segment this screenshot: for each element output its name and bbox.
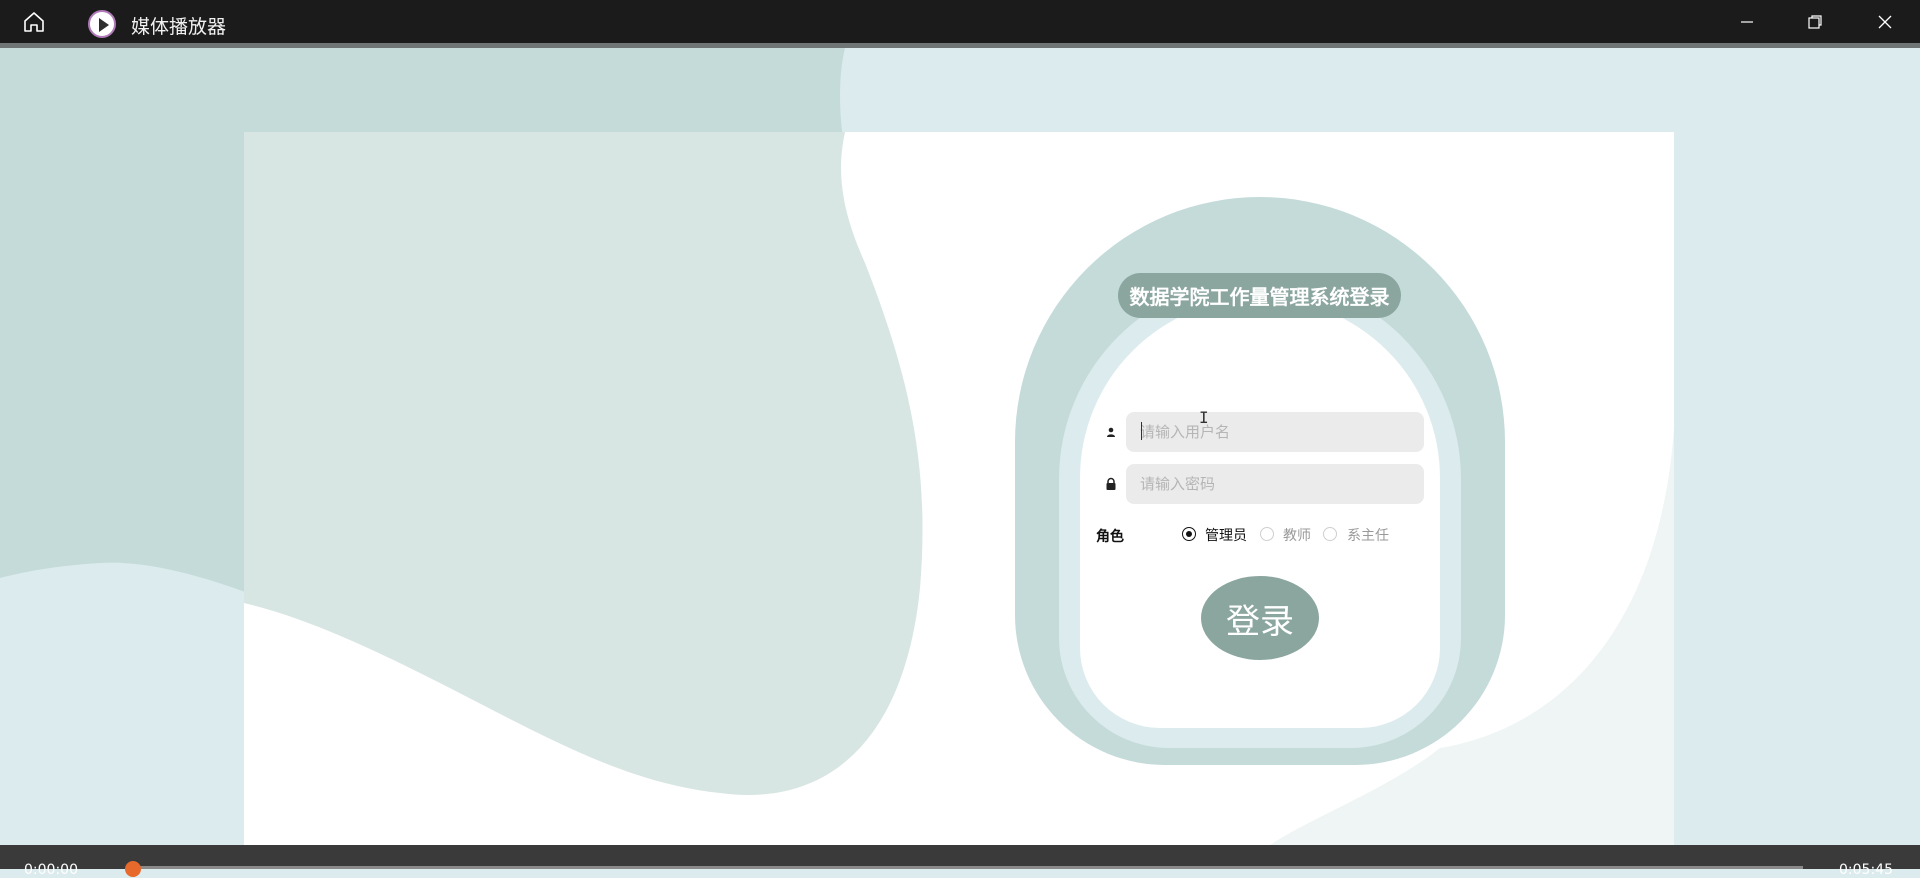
role-radio-head[interactable] [1323, 527, 1337, 541]
user-icon [1107, 427, 1115, 437]
role-radio-admin[interactable] [1182, 527, 1196, 541]
video-area[interactable]: 数据学院工作量管理系统登录 I 角色 管理员 教师 系主任 登录 [0, 48, 1920, 845]
minimize-icon [1741, 20, 1753, 23]
background-shapes [0, 48, 1920, 845]
minimize-button[interactable] [1717, 0, 1777, 43]
login-button[interactable]: 登录 [1201, 576, 1319, 660]
play-circle-icon [88, 10, 116, 38]
time-total: 0:05:45 [1839, 862, 1893, 878]
password-input[interactable] [1126, 464, 1424, 504]
lock-icon [1106, 477, 1116, 490]
time-elapsed: 0:00:00 [24, 862, 78, 878]
home-icon[interactable] [22, 10, 46, 34]
ibeam-cursor-icon: I [1199, 408, 1209, 427]
window-title: 媒体播放器 [131, 16, 227, 38]
close-button[interactable] [1855, 0, 1915, 43]
title-bar: 媒体播放器 [0, 0, 1920, 43]
login-title: 数据学院工作量管理系统登录 [1118, 273, 1401, 318]
role-label-head[interactable]: 系主任 [1347, 525, 1389, 545]
player-controls: 0:00:00 0:05:45 [0, 845, 1920, 878]
login-card [1080, 298, 1440, 728]
seek-knob[interactable] [125, 861, 141, 877]
role-radio-teacher[interactable] [1260, 527, 1274, 541]
text-cursor [1141, 422, 1142, 440]
role-label-admin[interactable]: 管理员 [1205, 525, 1247, 545]
username-input[interactable] [1126, 412, 1424, 452]
role-label: 角色 [1096, 529, 1124, 545]
restore-icon [1808, 14, 1822, 29]
role-label-teacher[interactable]: 教师 [1283, 525, 1311, 545]
maximize-button[interactable] [1785, 0, 1845, 43]
close-icon [1878, 15, 1892, 28]
